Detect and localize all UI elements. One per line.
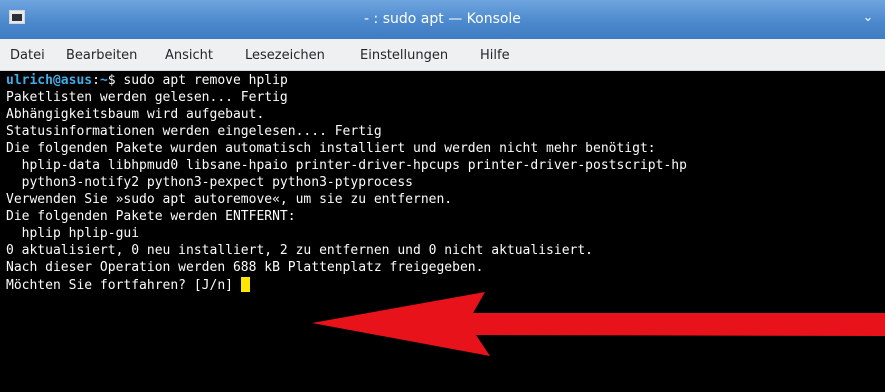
annotation-arrow [312,292,885,356]
red-arrow-shape [312,292,885,356]
